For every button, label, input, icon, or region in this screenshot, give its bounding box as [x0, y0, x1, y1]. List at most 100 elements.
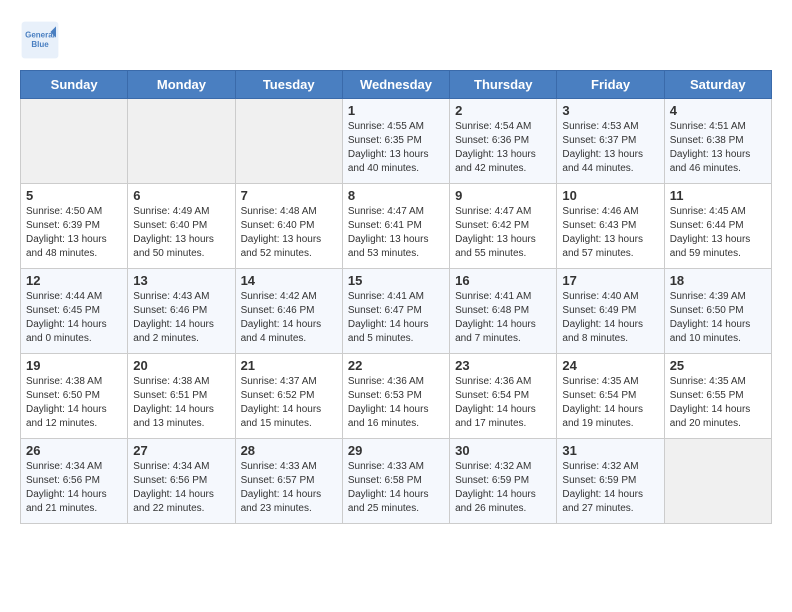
svg-text:General: General — [25, 31, 55, 40]
cell-content: Sunrise: 4:33 AM Sunset: 6:57 PM Dayligh… — [241, 460, 337, 516]
cell-content: Sunrise: 4:41 AM Sunset: 6:48 PM Dayligh… — [455, 290, 551, 346]
day-number: 6 — [133, 188, 229, 203]
calendar-cell: 16Sunrise: 4:41 AM Sunset: 6:48 PM Dayli… — [450, 269, 557, 354]
cell-content: Sunrise: 4:32 AM Sunset: 6:59 PM Dayligh… — [455, 460, 551, 516]
day-number: 14 — [241, 273, 337, 288]
day-number: 2 — [455, 103, 551, 118]
cell-content: Sunrise: 4:34 AM Sunset: 6:56 PM Dayligh… — [26, 460, 122, 516]
week-row-3: 12Sunrise: 4:44 AM Sunset: 6:45 PM Dayli… — [21, 269, 772, 354]
day-number: 7 — [241, 188, 337, 203]
cell-content: Sunrise: 4:38 AM Sunset: 6:51 PM Dayligh… — [133, 375, 229, 431]
calendar-cell: 18 Sunrise: 4:39 AM Sunset: 6:50 PM Dayli… — [664, 269, 771, 354]
week-row-4: 19Sunrise: 4:38 AM Sunset: 6:50 PM Dayli… — [21, 354, 772, 439]
calendar-cell: 7 Sunrise: 4:48 AM Sunset: 6:40 PM Daylig… — [235, 184, 342, 269]
day-number: 17 — [562, 273, 658, 288]
day-number: 5 — [26, 188, 122, 203]
day-number: 4 — [670, 103, 766, 118]
cell-content: Sunrise: 4:45 AM Sunset: 6:44 PM Dayligh… — [670, 205, 766, 261]
calendar-cell: 22 Sunrise: 4:36 AM Sunset: 6:53 PM Dayli… — [342, 354, 449, 439]
cell-content: Sunrise: 4:34 AM Sunset: 6:56 PM Dayligh… — [133, 460, 229, 516]
day-header-friday: Friday — [557, 71, 664, 99]
calendar-cell: 4 Sunrise: 4:51 AM Sunset: 6:38 PM Daylig… — [664, 99, 771, 184]
day-header-sunday: Sunday — [21, 71, 128, 99]
cell-content: Sunrise: 4:49 AM Sunset: 6:40 PM Dayligh… — [133, 205, 229, 261]
calendar-cell: 10 Sunrise: 4:46 AM Sunset: 6:43 PM Dayli… — [557, 184, 664, 269]
cell-content: Sunrise: 4:36 AM Sunset: 6:54 PM Dayligh… — [455, 375, 551, 431]
day-number: 28 — [241, 443, 337, 458]
calendar-cell: 11 Sunrise: 4:45 AM Sunset: 6:44 PM Dayli… — [664, 184, 771, 269]
svg-text:Blue: Blue — [31, 40, 49, 49]
calendar-cell: 15Sunrise: 4:41 AM Sunset: 6:47 PM Dayli… — [342, 269, 449, 354]
calendar-cell: 9Sunrise: 4:47 AM Sunset: 6:42 PM Daylig… — [450, 184, 557, 269]
day-number: 3 — [562, 103, 658, 118]
day-number: 21 — [241, 358, 337, 373]
day-header-thursday: Thursday — [450, 71, 557, 99]
day-number: 24 — [562, 358, 658, 373]
cell-content: Sunrise: 4:39 AM Sunset: 6:50 PM Dayligh… — [670, 290, 766, 346]
cell-content: Sunrise: 4:54 AM Sunset: 6:36 PM Dayligh… — [455, 120, 551, 176]
calendar-cell: 17 Sunrise: 4:40 AM Sunset: 6:49 PM Dayli… — [557, 269, 664, 354]
cell-content: Sunrise: 4:36 AM Sunset: 6:53 PM Dayligh… — [348, 375, 444, 431]
day-number: 20 — [133, 358, 229, 373]
day-header-tuesday: Tuesday — [235, 71, 342, 99]
calendar-cell: 6 Sunrise: 4:49 AM Sunset: 6:40 PM Daylig… — [128, 184, 235, 269]
calendar-cell: 5 Sunrise: 4:50 AM Sunset: 6:39 PM Daylig… — [21, 184, 128, 269]
cell-content: Sunrise: 4:37 AM Sunset: 6:52 PM Dayligh… — [241, 375, 337, 431]
cell-content: Sunrise: 4:48 AM Sunset: 6:40 PM Dayligh… — [241, 205, 337, 261]
cell-content: Sunrise: 4:47 AM Sunset: 6:42 PM Dayligh… — [455, 205, 551, 261]
day-header-saturday: Saturday — [664, 71, 771, 99]
day-number: 8 — [348, 188, 444, 203]
calendar-cell: 1Sunrise: 4:55 AM Sunset: 6:35 PM Daylig… — [342, 99, 449, 184]
page-header: General Blue — [20, 20, 772, 60]
calendar-cell — [664, 439, 771, 524]
logo-icon: General Blue — [20, 20, 60, 60]
cell-content: Sunrise: 4:46 AM Sunset: 6:43 PM Dayligh… — [562, 205, 658, 261]
week-row-1: 1Sunrise: 4:55 AM Sunset: 6:35 PM Daylig… — [21, 99, 772, 184]
calendar-cell: 27Sunrise: 4:34 AM Sunset: 6:56 PM Dayli… — [128, 439, 235, 524]
day-header-wednesday: Wednesday — [342, 71, 449, 99]
calendar-cell — [128, 99, 235, 184]
cell-content: Sunrise: 4:42 AM Sunset: 6:46 PM Dayligh… — [241, 290, 337, 346]
calendar-cell: 30 Sunrise: 4:32 AM Sunset: 6:59 PM Dayli… — [450, 439, 557, 524]
calendar-cell: 2 Sunrise: 4:54 AM Sunset: 6:36 PM Daylig… — [450, 99, 557, 184]
day-number: 22 — [348, 358, 444, 373]
day-number: 11 — [670, 188, 766, 203]
calendar-table: SundayMondayTuesdayWednesdayThursdayFrid… — [20, 70, 772, 524]
cell-content: Sunrise: 4:50 AM Sunset: 6:39 PM Dayligh… — [26, 205, 122, 261]
cell-content: Sunrise: 4:51 AM Sunset: 6:38 PM Dayligh… — [670, 120, 766, 176]
cell-content: Sunrise: 4:35 AM Sunset: 6:54 PM Dayligh… — [562, 375, 658, 431]
calendar-cell: 23Sunrise: 4:36 AM Sunset: 6:54 PM Dayli… — [450, 354, 557, 439]
day-number: 18 — [670, 273, 766, 288]
day-number: 30 — [455, 443, 551, 458]
cell-content: Sunrise: 4:33 AM Sunset: 6:58 PM Dayligh… — [348, 460, 444, 516]
cell-content: Sunrise: 4:53 AM Sunset: 6:37 PM Dayligh… — [562, 120, 658, 176]
day-header-monday: Monday — [128, 71, 235, 99]
week-row-5: 26 Sunrise: 4:34 AM Sunset: 6:56 PM Dayli… — [21, 439, 772, 524]
day-header-row: SundayMondayTuesdayWednesdayThursdayFrid… — [21, 71, 772, 99]
calendar-cell: 14 Sunrise: 4:42 AM Sunset: 6:46 PM Dayli… — [235, 269, 342, 354]
calendar-cell: 8Sunrise: 4:47 AM Sunset: 6:41 PM Daylig… — [342, 184, 449, 269]
cell-content: Sunrise: 4:43 AM Sunset: 6:46 PM Dayligh… — [133, 290, 229, 346]
day-number: 10 — [562, 188, 658, 203]
cell-content: Sunrise: 4:40 AM Sunset: 6:49 PM Dayligh… — [562, 290, 658, 346]
calendar-cell: 25 Sunrise: 4:35 AM Sunset: 6:55 PM Dayli… — [664, 354, 771, 439]
calendar-cell: 13Sunrise: 4:43 AM Sunset: 6:46 PM Dayli… — [128, 269, 235, 354]
day-number: 1 — [348, 103, 444, 118]
cell-content: Sunrise: 4:35 AM Sunset: 6:55 PM Dayligh… — [670, 375, 766, 431]
cell-content: Sunrise: 4:32 AM Sunset: 6:59 PM Dayligh… — [562, 460, 658, 516]
day-number: 15 — [348, 273, 444, 288]
calendar-cell: 3 Sunrise: 4:53 AM Sunset: 6:37 PM Daylig… — [557, 99, 664, 184]
day-number: 12 — [26, 273, 122, 288]
cell-content: Sunrise: 4:38 AM Sunset: 6:50 PM Dayligh… — [26, 375, 122, 431]
calendar-cell: 24 Sunrise: 4:35 AM Sunset: 6:54 PM Dayli… — [557, 354, 664, 439]
logo: General Blue — [20, 20, 64, 60]
calendar-cell: 26 Sunrise: 4:34 AM Sunset: 6:56 PM Dayli… — [21, 439, 128, 524]
calendar-cell — [21, 99, 128, 184]
calendar-cell: 29Sunrise: 4:33 AM Sunset: 6:58 PM Dayli… — [342, 439, 449, 524]
day-number: 26 — [26, 443, 122, 458]
calendar-cell: 20 Sunrise: 4:38 AM Sunset: 6:51 PM Dayli… — [128, 354, 235, 439]
day-number: 25 — [670, 358, 766, 373]
calendar-cell — [235, 99, 342, 184]
calendar-cell: 12Sunrise: 4:44 AM Sunset: 6:45 PM Dayli… — [21, 269, 128, 354]
calendar-cell: 31Sunrise: 4:32 AM Sunset: 6:59 PM Dayli… — [557, 439, 664, 524]
